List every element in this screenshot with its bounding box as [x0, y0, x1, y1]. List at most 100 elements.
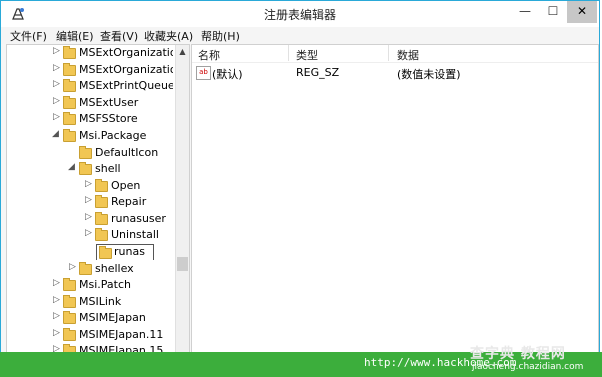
collapse-icon[interactable]: ◢: [68, 162, 75, 172]
tree-item-msi-patch[interactable]: ▷ Msi.Patch: [7, 277, 173, 293]
column-header-type[interactable]: 类型: [296, 47, 318, 63]
expand-icon[interactable]: ▷: [53, 112, 60, 122]
expand-icon[interactable]: ▷: [53, 328, 60, 338]
tree-item-msextprintqueue[interactable]: ▷ MSExtPrintQueue: [7, 78, 173, 94]
tree-item-msextorganizationu[interactable]: ▷ MSExtOrganizationU: [7, 62, 173, 78]
watermark-text: 查字典 教程网: [470, 346, 566, 362]
expand-icon[interactable]: ▷: [53, 79, 60, 89]
folder-icon: [63, 63, 76, 76]
tree-scrollbar[interactable]: ▲: [175, 45, 189, 355]
tree-item-label: Msi.Package: [79, 129, 147, 142]
tree-item-label: MSExtUser: [79, 96, 139, 109]
folder-open-icon: [79, 162, 92, 175]
maximize-button[interactable]: ☐: [539, 1, 567, 23]
registry-editor-window: 注册表编辑器 — ☐ ✕ 文件(F) 编辑(E) 查看(V) 收藏夹(A) 帮助…: [0, 0, 600, 375]
folder-icon: [95, 228, 108, 241]
tree-item-msextorganization[interactable]: ▷ MSExtOrganization: [7, 45, 173, 61]
expand-icon[interactable]: ▷: [85, 195, 92, 205]
tree-item-label: MSFSStore: [79, 112, 138, 125]
folder-open-icon: [63, 129, 76, 142]
expand-icon[interactable]: ▷: [53, 63, 60, 73]
tree-item-label: Open: [111, 179, 141, 192]
tree-item-msimejapan[interactable]: ▷ MSIMEJapan: [7, 310, 173, 326]
menu-bar: 文件(F) 编辑(E) 查看(V) 收藏夹(A) 帮助(H): [1, 27, 599, 44]
tree-item-msextuser[interactable]: ▷ MSExtUser: [7, 95, 173, 111]
folder-icon: [95, 195, 108, 208]
tree-item-shell[interactable]: ◢ shell: [7, 161, 173, 177]
tree-item-runasuser[interactable]: ▷ runasuser: [7, 211, 173, 227]
collapse-icon[interactable]: ◢: [52, 129, 59, 139]
tree-item-open[interactable]: ▷ Open: [7, 178, 173, 194]
tree-item-msi-package[interactable]: ◢ Msi.Package: [7, 128, 173, 144]
value-name: (默认): [212, 68, 243, 81]
tree-item-label: Uninstall: [111, 228, 159, 241]
table-row[interactable]: ab (默认) REG_SZ (数值未设置): [192, 65, 598, 81]
minimize-button[interactable]: —: [511, 1, 539, 23]
folder-icon: [63, 46, 76, 59]
tree-item-label: Repair: [111, 195, 147, 208]
scroll-thumb[interactable]: [177, 257, 188, 271]
value-data: (数值未设置): [397, 68, 461, 81]
tree-item-shellex[interactable]: ▷ shellex: [7, 261, 173, 277]
values-list[interactable]: 名称 类型 数据 ab (默认) REG_SZ (数值未设置): [191, 44, 599, 356]
folder-icon: [79, 262, 92, 275]
list-header: 名称 类型 数据: [192, 45, 598, 63]
tree-item-label: runasuser: [111, 212, 166, 225]
tree-item-label: Msi.Patch: [79, 278, 131, 291]
folder-icon: [63, 96, 76, 109]
tree-item-label: shellex: [95, 262, 134, 275]
tree-item-label: shell: [95, 162, 121, 175]
close-button[interactable]: ✕: [567, 1, 597, 23]
watermark-url: jiaocheng.chazidian.com: [472, 362, 584, 372]
rename-input[interactable]: runas: [96, 244, 154, 260]
expand-icon[interactable]: ▷: [53, 278, 60, 288]
menu-file[interactable]: 文件(F): [10, 28, 47, 44]
column-header-data[interactable]: 数据: [397, 47, 419, 63]
tree-item-uninstall[interactable]: ▷ Uninstall: [7, 227, 173, 243]
folder-icon: [63, 328, 76, 341]
expand-icon[interactable]: ▷: [53, 46, 60, 56]
expand-icon[interactable]: ▷: [85, 212, 92, 222]
expand-icon[interactable]: ▷: [85, 228, 92, 238]
folder-icon: [63, 295, 76, 308]
menu-favorites[interactable]: 收藏夹(A): [144, 28, 193, 44]
column-divider[interactable]: [288, 45, 289, 61]
tree-item-repair[interactable]: ▷ Repair: [7, 194, 173, 210]
folder-icon: [63, 112, 76, 125]
tree-item-msimejapan-11[interactable]: ▷ MSIMEJapan.11: [7, 327, 173, 343]
folder-icon: [63, 79, 76, 92]
menu-edit[interactable]: 编辑(E): [56, 28, 94, 44]
expand-icon[interactable]: ▷: [85, 179, 92, 189]
string-value-icon: ab: [196, 66, 211, 80]
expand-icon[interactable]: ▷: [69, 262, 76, 272]
folder-icon: [63, 311, 76, 324]
folder-icon: [99, 246, 112, 259]
folder-icon: [79, 146, 92, 159]
rename-input-value[interactable]: runas: [114, 245, 145, 258]
tree-item-defaulticon[interactable]: DefaultIcon: [7, 145, 173, 161]
tree-item-label: MSIMEJapan.11: [79, 328, 164, 341]
tree-item-label: DefaultIcon: [95, 146, 159, 159]
menu-help[interactable]: 帮助(H): [201, 28, 240, 44]
tree-item-msfsstore[interactable]: ▷ MSFSStore: [7, 111, 173, 127]
expand-icon[interactable]: ▷: [53, 96, 60, 106]
menu-view[interactable]: 查看(V): [100, 28, 138, 44]
folder-icon: [95, 212, 108, 225]
tree-item-runas[interactable]: runas: [7, 244, 173, 260]
tree-item-msilink[interactable]: ▷ MSILink: [7, 294, 173, 310]
folder-icon: [95, 179, 108, 192]
tree-item-label: MSExtOrganizationU: [79, 63, 173, 76]
tree-item-label: MSIMEJapan: [79, 311, 146, 324]
expand-icon[interactable]: ▷: [53, 311, 60, 321]
tree-item-label: MSExtOrganization: [79, 46, 173, 59]
title-bar: 注册表编辑器 — ☐ ✕: [1, 1, 599, 27]
value-type: REG_SZ: [296, 66, 340, 79]
column-divider[interactable]: [388, 45, 389, 61]
folder-icon: [63, 278, 76, 291]
window-title: 注册表编辑器: [263, 8, 336, 22]
expand-icon[interactable]: ▷: [53, 295, 60, 305]
scroll-up-icon[interactable]: ▲: [176, 45, 189, 58]
registry-tree[interactable]: ▷ MSExtOrganization ▷ MSExtOrganizationU…: [6, 44, 190, 356]
tree-item-label: MSExtPrintQueue: [79, 79, 173, 92]
column-header-name[interactable]: 名称: [198, 47, 220, 63]
